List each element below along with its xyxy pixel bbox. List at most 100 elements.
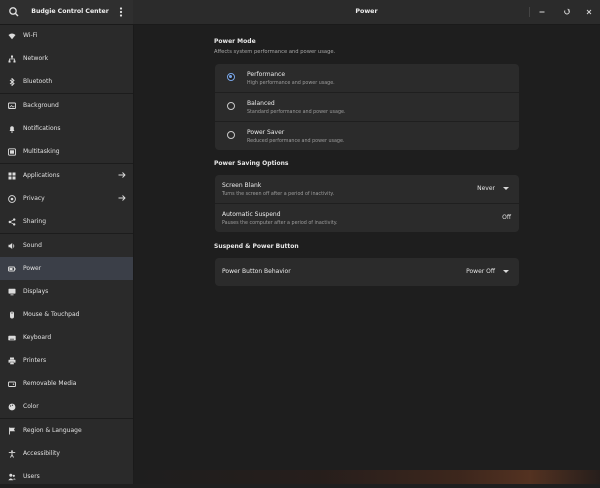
- power-mode-option-power-saver[interactable]: Power Saver Reduced performance and powe…: [215, 122, 519, 150]
- sidebar-item-label: Background: [23, 102, 59, 109]
- sidebar-item-background[interactable]: Background: [0, 94, 133, 117]
- sidebar-item-label: Applications: [23, 172, 60, 179]
- sidebar-item-label: Wi-Fi: [23, 32, 38, 39]
- chevron-down-icon[interactable]: [503, 187, 509, 190]
- sidebar-item-color[interactable]: Color: [0, 395, 133, 418]
- keyboard-icon: [8, 334, 16, 342]
- section-subtitle-power-mode: Affects system performance and power usa…: [214, 49, 336, 55]
- power-icon: [8, 265, 16, 273]
- section-title-power-saving: Power Saving Options: [214, 160, 289, 167]
- sidebar-item-region-language[interactable]: Region & Language: [0, 419, 133, 442]
- sidebar-item-sound[interactable]: Sound: [0, 234, 133, 257]
- arrow-right-icon: [118, 195, 126, 201]
- power-mode-card: Performance High performance and power u…: [215, 64, 519, 150]
- speaker-icon: [8, 242, 16, 250]
- minimize-button[interactable]: [536, 6, 548, 18]
- bell-icon: [8, 125, 16, 133]
- sidebar-item-network[interactable]: Network: [0, 47, 133, 70]
- sidebar-item-accessibility[interactable]: Accessibility: [0, 442, 133, 465]
- sidebar-item-label: Power: [23, 265, 42, 272]
- close-button[interactable]: [583, 6, 595, 18]
- sidebar-item-notifications[interactable]: Notifications: [0, 117, 133, 140]
- header-divider: [529, 7, 530, 17]
- sidebar-item-label: Displays: [23, 288, 49, 295]
- sidebar-item-label: Mouse & Touchpad: [23, 311, 80, 318]
- kebab-menu-icon[interactable]: [116, 5, 126, 19]
- sidebar-item-label: Keyboard: [23, 334, 52, 341]
- chevron-down-icon[interactable]: [503, 270, 509, 273]
- screen-blank-dropdown-value[interactable]: Never: [477, 175, 495, 203]
- users-icon: [8, 473, 16, 481]
- automatic-suspend-value: Off: [502, 214, 511, 221]
- sidebar-item-printers[interactable]: Printers: [0, 349, 133, 372]
- display-icon: [8, 288, 16, 296]
- search-icon[interactable]: [7, 5, 21, 19]
- sidebar-item-users[interactable]: Users: [0, 465, 133, 488]
- section-title-power-mode: Power Mode: [214, 38, 256, 45]
- power-button-behavior-row[interactable]: Power Button Behavior Power Off: [215, 258, 519, 286]
- share-icon: [8, 217, 16, 226]
- sidebar-item-multitasking[interactable]: Multitasking: [0, 140, 133, 163]
- bluetooth-icon: [8, 77, 16, 86]
- sidebar-item-label: Sharing: [23, 218, 47, 225]
- sidebar-item-sharing[interactable]: Sharing: [0, 210, 133, 233]
- sidebar-item-removable-media[interactable]: Removable Media: [0, 372, 133, 395]
- main-header: Power: [133, 0, 600, 25]
- restore-icon: [564, 8, 570, 15]
- sidebar-item-label: Notifications: [23, 125, 61, 132]
- sidebar-item-mouse-touchpad[interactable]: Mouse & Touchpad: [0, 303, 133, 326]
- screen-blank-label: Screen Blank: [222, 182, 262, 189]
- sidebar-item-label: Multitasking: [23, 148, 60, 155]
- sidebar-item-label: Network: [23, 55, 49, 62]
- radio-button[interactable]: [227, 131, 235, 139]
- power-button-behavior-label: Power Button Behavior: [222, 268, 291, 275]
- sidebar-item-displays[interactable]: Displays: [0, 280, 133, 303]
- sidebar-item-label: Users: [23, 473, 40, 480]
- radio-button-selected[interactable]: [227, 73, 235, 81]
- screen-blank-row[interactable]: Screen Blank Turns the screen off after …: [215, 175, 519, 204]
- radio-button[interactable]: [227, 102, 235, 110]
- wifi-icon: [8, 32, 16, 40]
- power-mode-option-performance[interactable]: Performance High performance and power u…: [215, 64, 519, 93]
- screen-blank-description: Turns the screen off after a period of i…: [222, 192, 335, 197]
- sidebar-header: Budgie Control Center: [0, 0, 133, 25]
- flag-icon: [8, 427, 16, 435]
- sidebar-title: Budgie Control Center: [31, 8, 109, 15]
- sidebar-item-label: Removable Media: [23, 380, 77, 387]
- sidebar-item-power[interactable]: Power: [0, 257, 133, 280]
- sidebar-item-label: Sound: [23, 242, 42, 249]
- power-mode-option-balanced[interactable]: Balanced Standard performance and power …: [215, 93, 519, 122]
- option-description: Standard performance and power usage.: [247, 110, 346, 115]
- accessibility-icon: [8, 449, 16, 458]
- color-icon: [8, 403, 16, 411]
- power-button-behavior-dropdown-value[interactable]: Power Off: [466, 258, 495, 286]
- close-icon: [586, 9, 592, 15]
- automatic-suspend-row[interactable]: Automatic Suspend Pauses the computer af…: [215, 204, 519, 232]
- sidebar-item-label: Printers: [23, 357, 47, 364]
- sidebar-item-label: Privacy: [23, 195, 45, 202]
- background-icon: [8, 102, 16, 110]
- option-description: Reduced performance and power usage.: [247, 139, 345, 144]
- sidebar-item-keyboard[interactable]: Keyboard: [0, 326, 133, 349]
- settings-window: Budgie Control Center Wi-Fi Network Blue…: [0, 0, 600, 484]
- sidebar-item-privacy[interactable]: Privacy: [0, 187, 133, 210]
- sidebar-item-wifi[interactable]: Wi-Fi: [0, 24, 133, 47]
- printer-icon: [8, 357, 16, 365]
- option-label: Power Saver: [247, 129, 285, 136]
- multitasking-icon: [8, 147, 16, 156]
- option-label: Performance: [247, 71, 286, 78]
- maximize-button[interactable]: [561, 6, 573, 18]
- sidebar: Budgie Control Center Wi-Fi Network Blue…: [0, 0, 134, 484]
- automatic-suspend-label: Automatic Suspend: [222, 211, 281, 218]
- option-label: Balanced: [247, 100, 275, 107]
- network-icon: [8, 55, 16, 63]
- sidebar-item-applications[interactable]: Applications: [0, 164, 133, 187]
- suspend-card: Power Button Behavior Power Off: [215, 258, 519, 286]
- sidebar-item-label: Region & Language: [23, 427, 82, 434]
- sidebar-item-bluetooth[interactable]: Bluetooth: [0, 70, 133, 93]
- removable-media-icon: [8, 380, 16, 388]
- mouse-icon: [8, 311, 16, 319]
- arrow-right-icon: [118, 172, 126, 178]
- applications-icon: [8, 172, 16, 180]
- option-description: High performance and power usage.: [247, 81, 335, 86]
